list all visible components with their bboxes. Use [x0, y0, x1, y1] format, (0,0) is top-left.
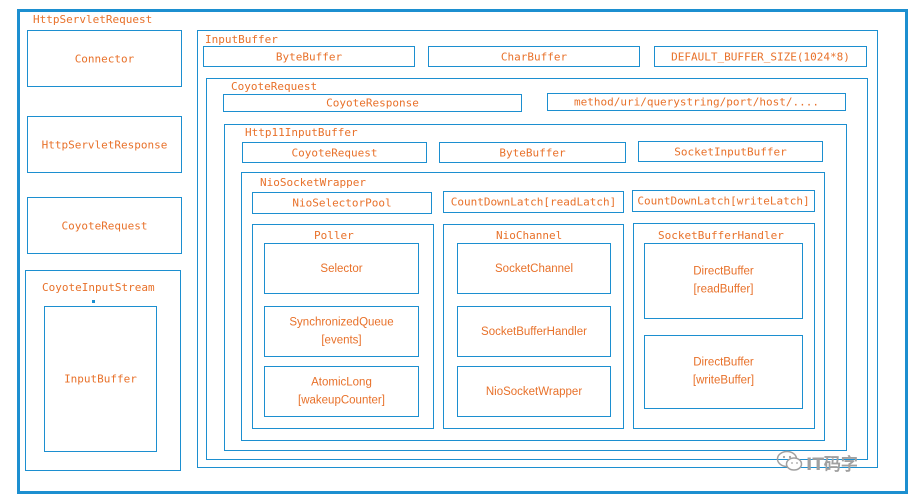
nio-channel-label: NioChannel	[496, 229, 563, 242]
connector-box: Connector	[27, 30, 182, 87]
synchronized-queue-name: SynchronizedQueue	[289, 316, 394, 329]
direct-buffer-read-name: DirectBuffer	[693, 265, 754, 278]
atomic-long-name: AtomicLong	[311, 376, 372, 389]
socket-buffer-handler-box: SocketBufferHandler	[457, 306, 611, 357]
read-latch-label: CountDownLatch[readLatch]	[450, 195, 617, 209]
http-servlet-response-box: HttpServletResponse	[27, 116, 182, 173]
nio-socket-wrapper-inner-box: NioSocketWrapper	[457, 366, 611, 417]
atomic-long-label: AtomicLong [wakeupCounter]	[265, 373, 418, 410]
direct-buffer-read-label: DirectBuffer [readBuffer]	[645, 263, 802, 300]
watermark-text: IT码字	[806, 455, 858, 475]
write-latch-label: CountDownLatch[writeLatch]	[637, 194, 810, 208]
nio-socket-wrapper-label: NioSocketWrapper	[260, 176, 366, 189]
socket-channel-label: SocketChannel	[495, 262, 573, 275]
socket-buffer-handler-panel-label: SocketBufferHandler	[658, 229, 784, 242]
byte-buffer-top-label: ByteBuffer	[275, 50, 343, 63]
socket-input-buffer-label: SocketInputBuffer	[674, 145, 787, 158]
coyote-response-box: CoyoteResponse	[223, 94, 522, 112]
method-uri-box: method/uri/querystring/port/host/....	[547, 93, 846, 111]
input-buffer-inner-box: InputBuffer	[44, 306, 157, 452]
coyote-response-label: CoyoteResponse	[326, 96, 419, 110]
socket-buffer-handler-label: SocketBufferHandler	[481, 325, 587, 338]
poller-label: Poller	[314, 229, 354, 242]
direct-buffer-write-name: DirectBuffer	[693, 356, 754, 369]
wechat-icon	[776, 450, 803, 471]
http11-coyote-request-box: CoyoteRequest	[242, 142, 427, 163]
char-buffer-label: CharBuffer	[500, 50, 568, 63]
input-buffer-inner-label: InputBuffer	[64, 372, 137, 386]
socket-channel-box: SocketChannel	[457, 243, 611, 294]
nio-socket-wrapper-inner-label: NioSocketWrapper	[485, 385, 583, 398]
atomic-long-box: AtomicLong [wakeupCounter]	[264, 366, 419, 417]
coyote-request-left-box: CoyoteRequest	[27, 197, 182, 254]
atomic-long-field: [wakeupCounter]	[298, 394, 385, 407]
socket-input-buffer-box: SocketInputBuffer	[638, 141, 823, 162]
coyote-request-left-label: CoyoteRequest	[61, 219, 148, 232]
direct-buffer-read-field: [readBuffer]	[693, 284, 754, 296]
default-buffer-size-box: DEFAULT_BUFFER_SIZE(1024*8)	[654, 46, 867, 67]
direct-buffer-write-box: DirectBuffer [writeBuffer]	[644, 335, 803, 409]
direct-buffer-write-label: DirectBuffer [writeBuffer]	[645, 354, 802, 391]
method-uri-label: method/uri/querystring/port/host/....	[573, 95, 820, 109]
direct-buffer-write-field: [writeBuffer]	[692, 375, 755, 387]
byte-buffer-top-box: ByteBuffer	[203, 46, 415, 67]
read-latch-box: CountDownLatch[readLatch]	[443, 191, 624, 213]
synchronized-queue-field: [events]	[321, 334, 362, 347]
default-buffer-size-label: DEFAULT_BUFFER_SIZE(1024*8)	[671, 50, 850, 63]
synchronized-queue-box: SynchronizedQueue [events]	[264, 306, 419, 357]
coyote-request-label: CoyoteRequest	[231, 80, 318, 93]
connector-label: Connector	[74, 52, 135, 65]
direct-buffer-read-box: DirectBuffer [readBuffer]	[644, 243, 803, 319]
selector-box: Selector	[264, 243, 419, 294]
http11-coyote-request-label: CoyoteRequest	[291, 146, 378, 159]
selector-label: Selector	[320, 262, 363, 275]
http-servlet-response-label: HttpServletResponse	[41, 138, 168, 151]
synchronized-queue-label: SynchronizedQueue [events]	[265, 313, 418, 350]
watermark: IT码字	[776, 448, 891, 475]
http11-byte-buffer-box: ByteBuffer	[439, 142, 626, 163]
input-buffer-label: InputBuffer	[205, 33, 278, 46]
write-latch-box: CountDownLatch[writeLatch]	[632, 190, 815, 212]
nio-selector-pool-label: NioSelectorPool	[292, 196, 392, 210]
char-buffer-box: CharBuffer	[428, 46, 640, 67]
http11-input-buffer-label: Http11InputBuffer	[245, 126, 358, 139]
http-servlet-request-label: HttpServletRequest	[33, 13, 153, 26]
coyote-input-stream-label: CoyoteInputStream	[42, 281, 155, 294]
http11-byte-buffer-label: ByteBuffer	[499, 146, 566, 159]
nio-selector-pool-box: NioSelectorPool	[252, 192, 432, 214]
marker-dot	[92, 300, 95, 303]
